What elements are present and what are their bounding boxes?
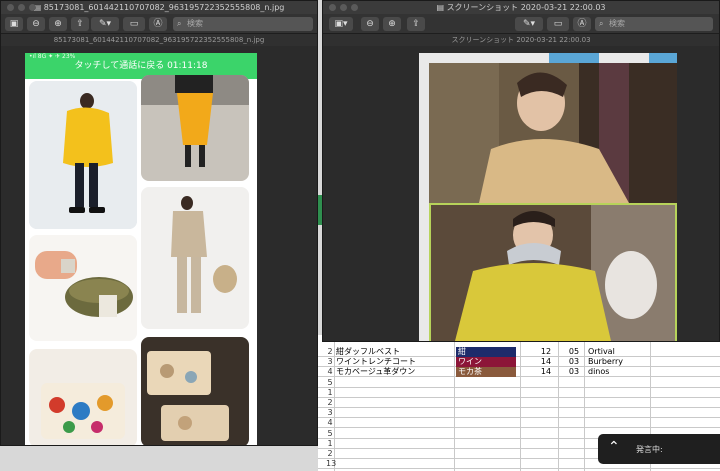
toolbar: ▣▾ ⊖ ⊕ ⇪ ✎▾ ▭ Ⓐ ⌕ 検索 [323, 14, 719, 34]
share-icon[interactable]: ⇪ [407, 17, 425, 31]
chevron-up-icon[interactable]: ⌃ [608, 439, 620, 455]
zoom-button[interactable] [351, 4, 358, 11]
remote-participant-video [429, 63, 677, 203]
window-titlebar[interactable]: ▤ スクリーンショット 2020-03-21 22:00.03 [323, 1, 719, 14]
phone-screenshot-image: •ıl 8G ✦ ✈ 23% タッチして通話に戻る 01:11:18 [25, 53, 257, 445]
row-number[interactable]: 4 [326, 367, 334, 377]
call-banner-text: タッチして通話に戻る 01:11:18 [74, 61, 208, 71]
yellow-skirt-photo [141, 75, 249, 181]
item-cell[interactable]: 紺ダッフルベスト [336, 347, 454, 357]
leather-bracelet-photo [29, 235, 137, 341]
window-title: 85173081_601442110707082_963195722352555… [43, 3, 285, 12]
brand-cell[interactable]: dinos [588, 367, 648, 377]
preview-window-screenshot[interactable]: ▤ スクリーンショット 2020-03-21 22:00.03 ▣▾ ⊖ ⊕ ⇪… [322, 0, 720, 342]
toolbox-icon[interactable]: ▭ [547, 17, 569, 31]
row-number[interactable]: 2 [326, 398, 334, 408]
row-number[interactable]: 1 [326, 439, 334, 449]
video-call-screenshot-image [419, 53, 677, 341]
annotate-icon[interactable]: Ⓐ [149, 17, 167, 31]
window-controls[interactable] [329, 4, 358, 11]
share-icon[interactable]: ⇪ [71, 17, 89, 31]
markup-pen-icon[interactable]: ✎▾ [91, 17, 119, 31]
size-cell[interactable]: 12 [536, 347, 556, 357]
brand-cell[interactable]: Ortival [588, 347, 648, 357]
minimize-button[interactable] [340, 4, 347, 11]
row-number[interactable]: 3 [326, 357, 334, 367]
spreadsheet-row[interactable]: 3 ワイントレンチコート ワイン 14 03 Burberry [318, 357, 720, 368]
spreadsheet-row[interactable]: 5 [318, 378, 720, 388]
color-cell[interactable]: 紺 [456, 347, 516, 357]
size-cell[interactable]: 14 [536, 367, 556, 377]
size-cell[interactable]: 14 [536, 357, 556, 367]
quantity-cell[interactable]: 03 [564, 367, 584, 377]
speaking-indicator-panel[interactable]: ⌃ 発言中: [598, 434, 720, 464]
self-video [429, 203, 677, 341]
floral-bags-photo [141, 337, 249, 445]
close-button[interactable] [7, 4, 14, 11]
minimize-button[interactable] [18, 4, 25, 11]
row-number[interactable]: 4 [326, 418, 334, 428]
quantity-cell[interactable]: 03 [564, 357, 584, 367]
zoom-in-icon[interactable]: ⊕ [383, 17, 401, 31]
row-number[interactable]: 5 [326, 378, 334, 388]
zoom-out-icon[interactable]: ⊖ [27, 17, 45, 31]
document-subtitle: 85173081_601442110707082_963195722352555… [1, 34, 317, 46]
window-title: スクリーンショット 2020-03-21 22:00.03 [446, 3, 606, 12]
search-icon: ⌕ [599, 19, 604, 28]
search-icon: ⌕ [177, 19, 182, 28]
preview-window-photo[interactable]: ▤ 85173081_601442110707082_9631957223525… [0, 0, 318, 446]
color-cell[interactable]: モカ茶 [456, 367, 516, 378]
beige-outfit-photo [141, 187, 249, 329]
annotate-icon[interactable]: Ⓐ [573, 17, 591, 31]
window-titlebar[interactable]: ▤ 85173081_601442110707082_9631957223525… [1, 1, 317, 14]
spreadsheet-row[interactable]: 2 [318, 398, 720, 408]
sidebar-toggle-button[interactable]: ▣ [5, 17, 23, 31]
row-number[interactable]: 5 [326, 429, 334, 439]
markup-pen-icon[interactable]: ✎▾ [515, 17, 543, 31]
row-number[interactable]: 2 [326, 449, 334, 459]
embroidered-clutch-photo [29, 349, 137, 445]
spreadsheet-row[interactable]: 1 [318, 388, 720, 398]
close-button[interactable] [329, 4, 336, 11]
row-number[interactable]: 3 [326, 408, 334, 418]
toolbar: ▣ ⊖ ⊕ ⇪ ✎▾ ▭ Ⓐ ⌕ 検索 [1, 14, 317, 34]
spreadsheet-row[interactable]: 3 [318, 408, 720, 419]
search-placeholder: 検索 [187, 19, 203, 28]
row-number[interactable]: 2 [326, 347, 334, 357]
document-icon: ▤ [436, 3, 447, 12]
search-input[interactable]: ⌕ 検索 [173, 17, 313, 31]
spreadsheet-row[interactable]: 4 [318, 418, 720, 429]
quantity-cell[interactable]: 05 [564, 347, 584, 357]
yellow-sweater-photo [29, 81, 137, 229]
document-subtitle: スクリーンショット 2020-03-21 22:00.03 [323, 34, 719, 46]
spreadsheet-row[interactable]: 2 紺ダッフルベスト紺 12 05 Ortival [318, 347, 720, 357]
row-number[interactable]: 13 [326, 459, 336, 469]
video-header-strip [649, 53, 677, 63]
speaking-label: 発言中: [636, 445, 663, 454]
brand-cell[interactable]: Burberry [588, 357, 648, 367]
row-number[interactable]: 1 [326, 388, 334, 398]
zoom-out-icon[interactable]: ⊖ [361, 17, 379, 31]
color-cell[interactable]: ワイン [456, 357, 516, 368]
search-input[interactable]: ⌕ 検索 [595, 17, 713, 31]
window-controls[interactable] [7, 4, 36, 11]
toolbox-icon[interactable]: ▭ [123, 17, 145, 31]
phone-status-bar: •ıl 8G ✦ ✈ 23% [29, 53, 76, 60]
video-header-strip [549, 53, 599, 63]
sidebar-toggle-button[interactable]: ▣▾ [329, 17, 353, 31]
zoom-in-icon[interactable]: ⊕ [49, 17, 67, 31]
spreadsheet-row[interactable]: 4 モカベージュ革ダウン モカ茶 14 03 dinos [318, 367, 720, 378]
item-cell[interactable]: ワイントレンチコート [336, 357, 454, 367]
zoom-button[interactable] [29, 4, 36, 11]
item-cell[interactable]: モカベージュ革ダウン [336, 367, 454, 377]
search-placeholder: 検索 [609, 19, 625, 28]
